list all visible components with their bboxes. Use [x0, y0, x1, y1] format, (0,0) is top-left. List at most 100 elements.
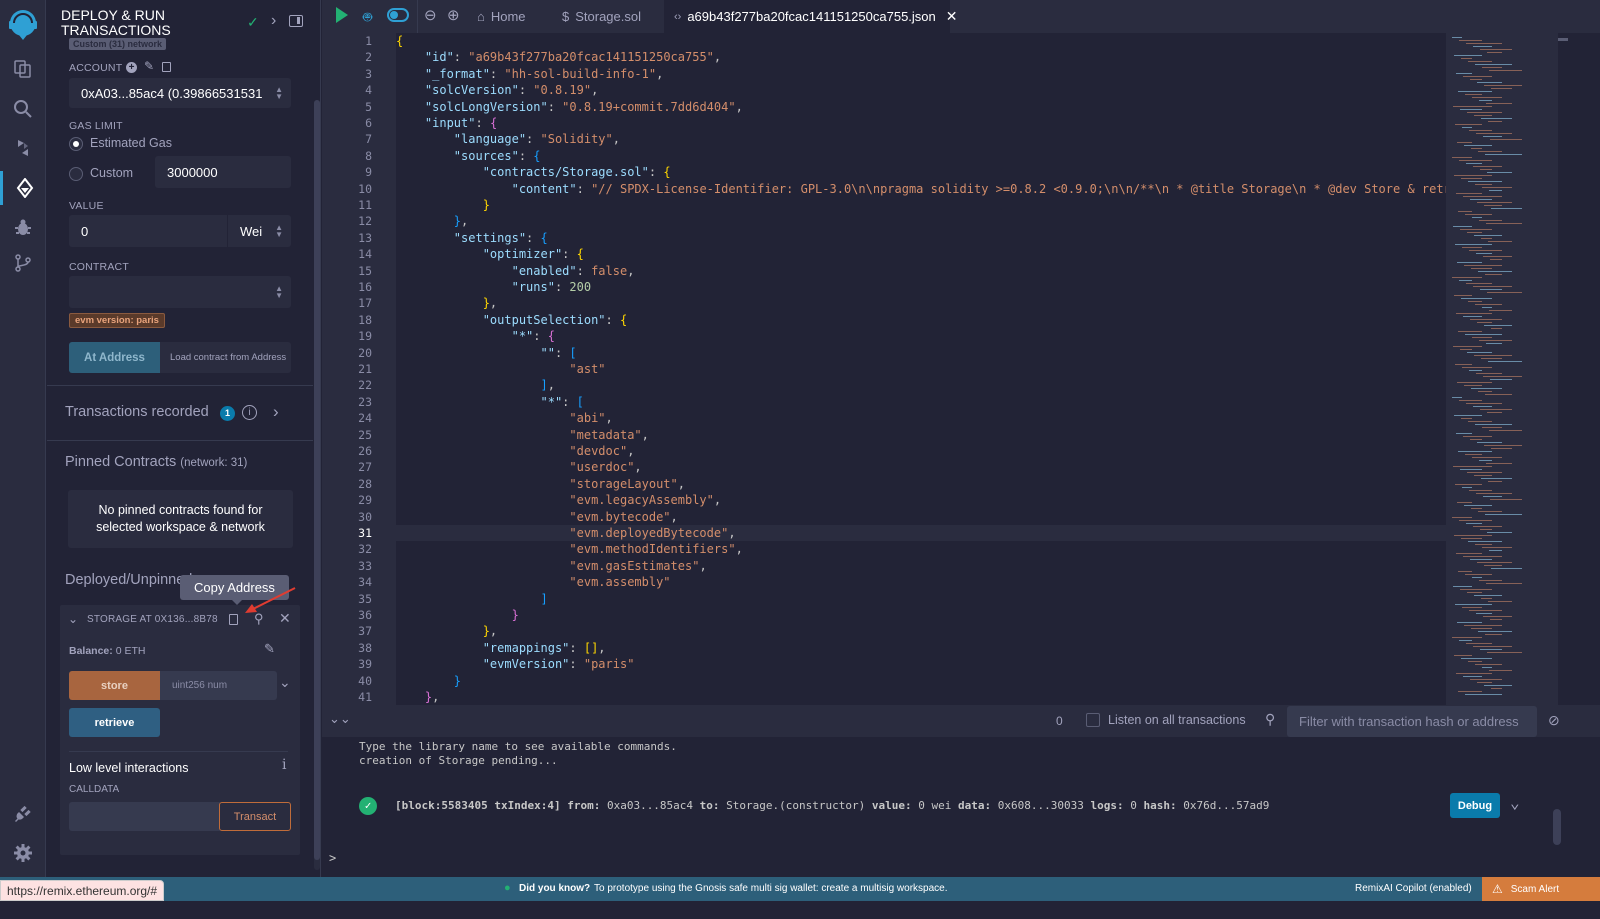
terminal-prompt[interactable]: > — [329, 851, 336, 865]
minimap-line — [1490, 619, 1502, 620]
minimap-line — [1464, 625, 1502, 626]
info-icon[interactable]: i — [282, 757, 286, 773]
code-line: "evm.deployedBytecode", — [396, 526, 736, 540]
tip-text[interactable]: To prototype using the Gnosis safe multi… — [594, 883, 948, 894]
copy-address-icon[interactable] — [229, 614, 238, 625]
account-select[interactable]: 0xA03...85ac4 (0.39866531531 ▲ ▼ — [69, 78, 291, 108]
store-button[interactable]: store — [69, 671, 160, 700]
expand-tx-chevron-icon[interactable]: ⌄ — [1510, 793, 1520, 812]
custom-gas-radio[interactable] — [69, 167, 83, 181]
minimap-line — [1452, 637, 1482, 638]
transact-button[interactable]: Transact — [219, 802, 291, 831]
chevron-right-icon[interactable]: › — [271, 12, 276, 30]
debugger-icon[interactable] — [0, 211, 46, 245]
tab-json-active[interactable]: ‹› a69b43f277ba20fcac141151250ca755.json ✕ — [664, 0, 958, 33]
store-input[interactable]: uint256 num — [160, 671, 277, 700]
minimap-line — [1482, 67, 1502, 68]
contract-select[interactable]: ▲ ▼ — [69, 276, 291, 308]
editor-scrollbar-track[interactable] — [1558, 33, 1600, 705]
edit-icon[interactable]: ✎ — [144, 59, 154, 73]
value-unit-select[interactable]: Wei ▲ ▼ — [228, 215, 291, 247]
minimap-line — [1452, 37, 1462, 38]
minimap-line — [1475, 424, 1512, 425]
low-level-title: Low level interactions — [69, 761, 189, 775]
divider — [47, 440, 313, 441]
minimap-line — [1490, 139, 1522, 140]
plugin-manager-icon[interactable] — [0, 796, 46, 830]
transaction-log-entry[interactable]: [block:5583405 txIndex:4] from: 0xa03...… — [395, 799, 1269, 812]
code-line: "input": { — [396, 116, 498, 130]
transactions-recorded-label[interactable]: Transactions recorded — [65, 404, 209, 420]
estimated-gas-radio[interactable] — [69, 137, 83, 151]
minimap-line — [1465, 334, 1502, 335]
add-account-icon[interactable]: + — [126, 62, 137, 73]
minimap-line — [1479, 580, 1502, 581]
solidity-compiler-icon[interactable] — [0, 131, 46, 165]
collapse-chevron-icon[interactable]: ⌄ — [68, 612, 78, 626]
zoom-out-icon[interactable]: ⊖ — [424, 6, 437, 24]
minimap-line — [1454, 655, 1472, 656]
minimap-line — [1462, 247, 1482, 248]
terminal-output[interactable]: Type the library name to see available c… — [322, 737, 1600, 877]
minimap-line — [1491, 568, 1522, 569]
deploy-run-icon[interactable] — [0, 171, 46, 205]
expand-chevron-icon[interactable]: ⌄ — [279, 674, 291, 691]
minimap-line — [1490, 379, 1512, 380]
minimap-line — [1476, 253, 1492, 254]
info-icon[interactable]: i — [242, 405, 257, 420]
autocomplete-toggle[interactable] — [387, 8, 409, 22]
calldata-input[interactable] — [69, 802, 220, 831]
copy-account-icon[interactable] — [162, 62, 171, 72]
at-address-button[interactable]: At Address — [69, 342, 160, 373]
panel-toggle-icon[interactable] — [289, 15, 303, 27]
remix-logo-icon[interactable] — [0, 4, 46, 44]
minimap-line — [1488, 361, 1522, 362]
line-number: 21 — [358, 362, 372, 376]
scam-alert-button[interactable]: ⚠ Scam Alert — [1482, 877, 1600, 901]
minimap-line — [1481, 598, 1492, 599]
gas-limit-label: GAS LIMIT — [69, 120, 123, 132]
git-icon[interactable] — [0, 246, 46, 280]
transaction-filter-input[interactable]: Filter with transaction hash or address — [1287, 706, 1537, 737]
minimap-line — [1480, 649, 1502, 650]
minimap[interactable] — [1446, 33, 1558, 705]
minimap-line — [1480, 289, 1502, 290]
listen-checkbox[interactable] — [1086, 713, 1100, 727]
minimap-line — [1466, 163, 1482, 164]
terminal-toolbar: ⌄⌄ 0 Listen on all transactions ⚲ Filter… — [322, 705, 1600, 737]
run-script-icon[interactable] — [336, 7, 348, 23]
tab-storage-sol[interactable]: $ Storage.sol — [562, 0, 667, 33]
minimap-line — [1458, 571, 1472, 572]
close-tab-icon[interactable]: ✕ — [946, 8, 958, 25]
debug-button[interactable]: Debug — [1450, 793, 1500, 818]
value-input[interactable]: 0 — [69, 215, 227, 247]
code-line: { — [396, 34, 404, 48]
deploy-run-panel: DEPLOY & RUN TRANSACTIONS ✓ › Custom (31… — [47, 0, 321, 896]
file-explorer-icon[interactable] — [0, 52, 46, 86]
minimap-line — [1455, 364, 1472, 365]
edit-icon[interactable]: ✎ — [264, 641, 275, 657]
terminal-scrollbar[interactable] — [1553, 809, 1561, 845]
code-line: "solcVersion": "0.8.19", — [396, 83, 599, 98]
retrieve-button[interactable]: retrieve — [69, 708, 160, 737]
tx-logs: 0 — [1130, 799, 1137, 812]
code-editor[interactable]: { "id": "a69b43f277ba20fcac141151250ca75… — [396, 33, 1446, 705]
divider — [47, 385, 313, 386]
ai-robot-icon[interactable]: 🤖︎ — [363, 7, 372, 28]
chevron-right-icon[interactable]: › — [273, 402, 279, 422]
load-contract-input[interactable]: Load contract from Address — [160, 342, 291, 373]
minimap-line — [1468, 181, 1502, 182]
contract-label: CONTRACT — [69, 261, 129, 273]
line-number: 3 — [365, 66, 372, 81]
clear-console-icon[interactable]: ⊘ — [1548, 712, 1560, 729]
settings-gear-icon[interactable] — [0, 836, 46, 870]
gas-limit-input[interactable]: 3000000 — [155, 156, 291, 188]
ai-copilot-status[interactable]: RemixAI Copilot (enabled) — [1355, 883, 1472, 894]
minimap-line — [1456, 193, 1482, 194]
search-icon[interactable] — [0, 92, 46, 126]
zoom-in-icon[interactable]: ⊕ — [447, 6, 460, 24]
minimap-line — [1478, 391, 1492, 392]
collapse-terminal-icon[interactable]: ⌄⌄ — [329, 711, 351, 727]
tab-home[interactable]: ⌂ Home — [477, 0, 526, 33]
panel-scrollbar[interactable] — [314, 100, 320, 870]
